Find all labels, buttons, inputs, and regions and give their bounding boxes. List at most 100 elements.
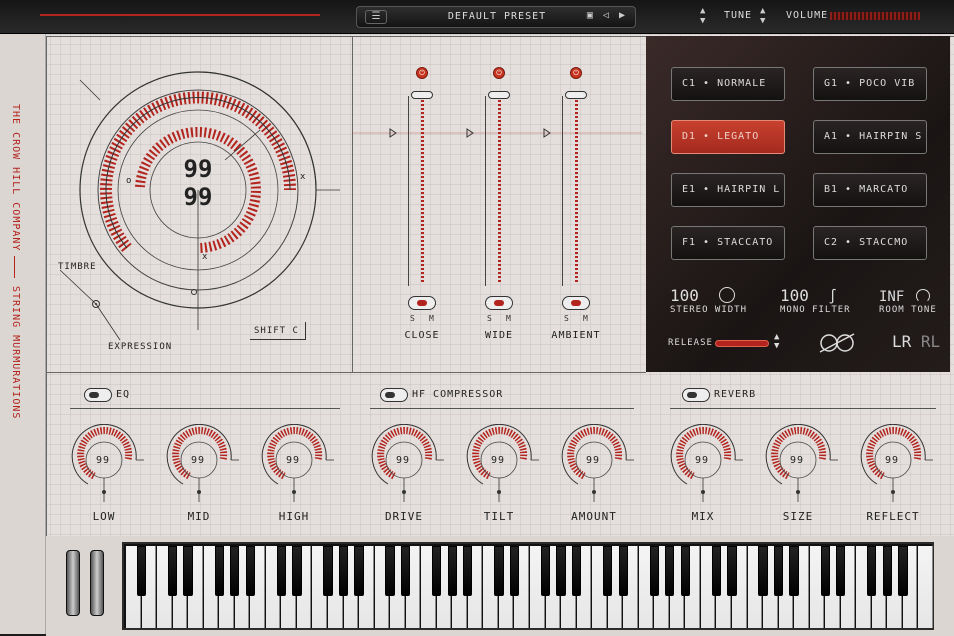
preset-selector[interactable]: ☰ DEFAULT PRESET ▣ ◁ ▶ xyxy=(356,6,636,28)
black-key[interactable] xyxy=(230,546,240,596)
black-key[interactable] xyxy=(494,546,504,596)
wide-fader-cap[interactable] xyxy=(488,91,510,99)
wide-m-label: M xyxy=(506,314,512,323)
articulation-hairpin-l[interactable]: E1 • HAIRPIN L xyxy=(671,173,785,207)
release-slider[interactable] xyxy=(715,340,769,347)
reverb-toggle[interactable] xyxy=(682,388,710,402)
ambient-power-icon[interactable]: ⏻ xyxy=(570,67,582,79)
black-key[interactable] xyxy=(556,546,566,596)
black-key[interactable] xyxy=(136,546,147,596)
black-key[interactable] xyxy=(385,546,395,596)
hamburger-icon[interactable]: ☰ xyxy=(365,10,387,24)
black-key[interactable] xyxy=(836,546,846,596)
wide-s-label: S xyxy=(487,314,493,323)
black-key[interactable] xyxy=(727,546,737,596)
mod-wheel[interactable] xyxy=(90,550,104,616)
eq-title: EQ xyxy=(116,389,131,400)
black-key[interactable] xyxy=(214,546,224,596)
release-label: RELEASE xyxy=(668,338,713,348)
black-key[interactable] xyxy=(571,546,582,596)
black-key[interactable] xyxy=(167,546,178,596)
wide-power-icon[interactable]: ⏻ xyxy=(493,67,505,79)
black-key[interactable] xyxy=(773,546,784,596)
articulation-poco-vib[interactable]: G1 • POCO VIB xyxy=(813,67,927,101)
black-key[interactable] xyxy=(898,546,908,596)
mic-guide-line xyxy=(352,128,642,138)
black-key[interactable] xyxy=(603,546,613,596)
ambient-s-label: S xyxy=(564,314,570,323)
black-key[interactable] xyxy=(432,546,442,596)
black-key[interactable] xyxy=(882,546,893,596)
black-key[interactable] xyxy=(758,546,768,596)
timbre-label: TIMBRE xyxy=(58,262,97,272)
expression-label: EXPRESSION xyxy=(108,342,173,352)
phase-invert-icon[interactable] xyxy=(818,332,858,354)
black-key[interactable] xyxy=(665,546,675,596)
comp-toggle[interactable] xyxy=(380,388,408,402)
side-strip: THE CROW HILL COMPANY STRING MURMURATION… xyxy=(0,34,46,634)
mono-filter-control[interactable]: 100 ∫ MONO FILTER xyxy=(780,286,851,315)
black-key[interactable] xyxy=(245,546,255,596)
preset-name[interactable]: DEFAULT PRESET xyxy=(397,11,597,22)
black-key[interactable] xyxy=(540,546,551,596)
ambient-fader-cap[interactable] xyxy=(565,91,587,99)
volume-slider[interactable] xyxy=(830,12,920,20)
black-key[interactable] xyxy=(820,546,830,596)
black-key[interactable] xyxy=(789,546,799,596)
black-key[interactable] xyxy=(323,546,333,596)
tune-stepper-icon[interactable]: ▲ ▼ xyxy=(760,6,765,26)
black-key[interactable] xyxy=(618,546,628,596)
knob-value-tilt: 99 xyxy=(491,455,506,466)
black-key[interactable] xyxy=(354,546,364,596)
black-key[interactable] xyxy=(649,546,659,596)
articulation-marcato[interactable]: B1 • MARCATO xyxy=(813,173,927,207)
upper-lower-divider xyxy=(46,372,646,373)
room-tone-value: INF xyxy=(879,289,905,305)
stereo-width-control[interactable]: 100 STEREO WIDTH xyxy=(670,286,747,315)
tune-up-down-icon[interactable]: ▲ ▼ xyxy=(700,6,705,26)
black-key[interactable] xyxy=(711,546,722,596)
black-key[interactable] xyxy=(867,546,877,596)
room-tone-control[interactable]: INF ROOM TONE xyxy=(879,286,937,315)
close-power-icon[interactable]: ⏻ xyxy=(416,67,428,79)
white-key[interactable] xyxy=(918,546,933,628)
pitch-wheel[interactable] xyxy=(66,550,80,616)
mono-filter-value: 100 xyxy=(780,286,809,305)
articulation-staccato[interactable]: F1 • STACCATO xyxy=(671,226,785,260)
arc-knob-icon xyxy=(915,289,930,303)
shift-control[interactable]: SHIFT C xyxy=(250,322,306,340)
knob-label-drive: DRIVE xyxy=(384,510,424,523)
reverb-bracket xyxy=(670,408,936,409)
eq-toggle[interactable] xyxy=(84,388,112,402)
black-key[interactable] xyxy=(463,546,473,596)
top-accent-line xyxy=(40,14,320,16)
black-key[interactable] xyxy=(509,546,520,596)
circle-knob-icon xyxy=(718,287,735,303)
close-sm-toggle[interactable] xyxy=(408,296,436,310)
preset-nav-icons[interactable]: ▣ ◁ ▶ xyxy=(587,10,627,21)
articulation-staccmo[interactable]: C2 • STACCMO xyxy=(813,226,927,260)
reverb-title: REVERB xyxy=(714,389,757,400)
piano-keyboard[interactable] xyxy=(122,542,934,630)
articulation-normale[interactable]: C1 • NORMALE xyxy=(671,67,785,101)
channel-swap-toggle[interactable]: LR RL xyxy=(892,332,940,351)
dial-x-mark-inner: x xyxy=(202,252,209,262)
black-key[interactable] xyxy=(401,546,411,596)
black-key[interactable] xyxy=(183,546,193,596)
black-key[interactable] xyxy=(292,546,302,596)
room-tone-label: ROOM TONE xyxy=(879,305,937,315)
knob-label-tilt: TILT xyxy=(483,510,515,523)
knob-label-amount: AMOUNT xyxy=(571,510,617,523)
ambient-sm-toggle[interactable] xyxy=(562,296,590,310)
black-key[interactable] xyxy=(276,546,287,596)
articulation-hairpin-s[interactable]: A1 • HAIRPIN S xyxy=(813,120,927,154)
black-key[interactable] xyxy=(680,546,691,596)
close-fader-cap[interactable] xyxy=(411,91,433,99)
black-key[interactable] xyxy=(338,546,349,596)
knob-label-high: HIGH xyxy=(278,510,310,523)
wide-sm-toggle[interactable] xyxy=(485,296,513,310)
knob-value-mid: 99 xyxy=(191,455,206,466)
articulation-legato[interactable]: D1 • LEGATO xyxy=(671,120,785,154)
release-stepper-icon[interactable]: ▲ ▼ xyxy=(774,333,779,351)
black-key[interactable] xyxy=(447,546,457,596)
